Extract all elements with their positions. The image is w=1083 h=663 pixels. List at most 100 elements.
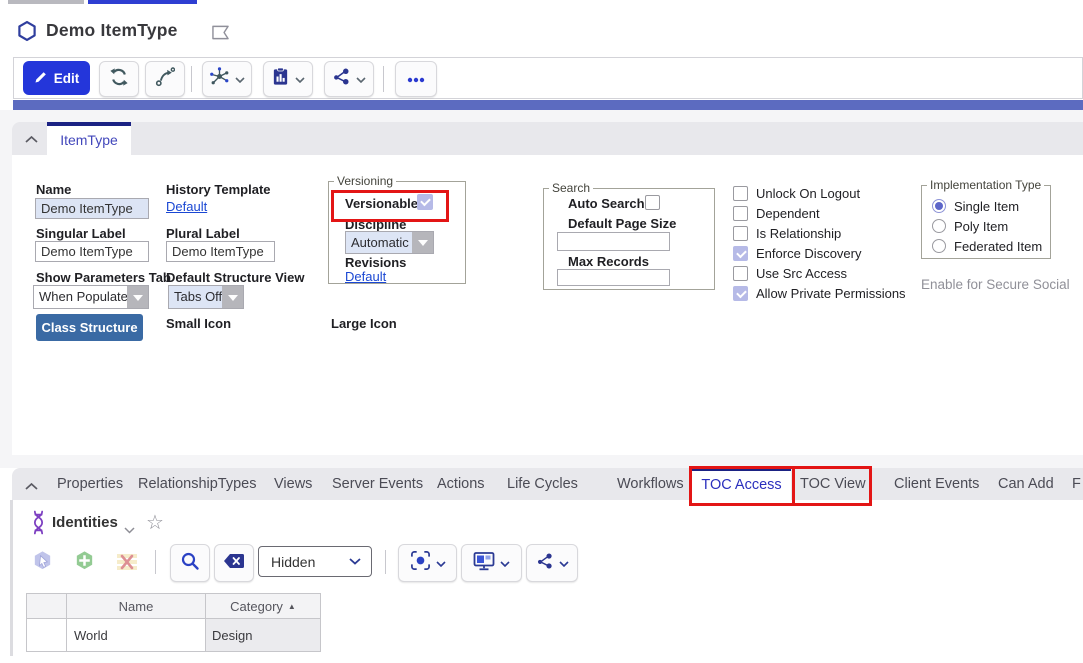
- tab-cut-off[interactable]: F: [1072, 468, 1081, 500]
- chevron-down-icon: [500, 554, 510, 572]
- delete-row-icon[interactable]: [114, 550, 140, 572]
- tab-server-events[interactable]: Server Events: [332, 468, 423, 500]
- share-dropdown-button[interactable]: [324, 61, 374, 97]
- chevron-down-icon: [356, 70, 366, 88]
- toolbar-separator: [155, 550, 156, 574]
- chevron-down-icon: [349, 558, 361, 565]
- class-structure-button[interactable]: Class Structure: [36, 314, 143, 341]
- max-records-field[interactable]: [557, 269, 670, 286]
- impact-graph-icon: [209, 66, 230, 92]
- poly-item-radio[interactable]: [932, 219, 946, 233]
- dropdown-arrow-icon: [127, 286, 148, 308]
- default-page-size-field[interactable]: [557, 232, 670, 251]
- identities-dna-icon: [30, 510, 47, 540]
- itemtype-hexagon-icon: [16, 20, 38, 47]
- ellipsis-icon: [407, 70, 425, 88]
- identities-title: Identities: [52, 514, 118, 531]
- cell-category[interactable]: Design: [206, 619, 321, 652]
- tab-toc-view[interactable]: TOC View: [800, 468, 866, 500]
- versionable-checkbox[interactable]: [417, 194, 433, 210]
- add-identity-icon[interactable]: [73, 549, 96, 572]
- row-handle-cell[interactable]: [27, 619, 67, 652]
- auto-search-checkbox[interactable]: [645, 195, 660, 210]
- chevron-down-icon: [295, 70, 305, 88]
- show-parameters-value: When Populated: [34, 286, 127, 308]
- use-src-access-label: Use Src Access: [756, 266, 847, 281]
- tab-toc-access[interactable]: TOC Access: [692, 468, 791, 500]
- tab-relationshiptypes[interactable]: RelationshipTypes: [138, 468, 257, 500]
- enforce-discovery-checkbox[interactable]: [733, 246, 748, 261]
- tab-life-cycles[interactable]: Life Cycles: [507, 468, 578, 500]
- panel-left-edge: [10, 500, 13, 656]
- main-toolbar: Edit: [13, 57, 1083, 99]
- revisions-link[interactable]: Default: [345, 269, 386, 284]
- column-header-name[interactable]: Name: [67, 594, 206, 619]
- tab-client-events[interactable]: Client Events: [894, 468, 979, 500]
- column-header-category[interactable]: Category ▲: [206, 594, 321, 619]
- column-header-rowhandle[interactable]: [27, 594, 67, 619]
- tab-itemtype[interactable]: ItemType: [47, 122, 131, 155]
- select-item-icon[interactable]: [31, 549, 54, 572]
- poly-item-label: Poly Item: [954, 219, 1008, 234]
- plural-label-field[interactable]: [166, 241, 275, 262]
- display-layout-dropdown-button[interactable]: [461, 544, 522, 582]
- is-relationship-checkbox[interactable]: [733, 226, 748, 241]
- dropdown-arrow-icon: [222, 286, 243, 308]
- cell-name[interactable]: World: [67, 619, 206, 652]
- more-actions-button[interactable]: [395, 61, 437, 97]
- refresh-button[interactable]: [99, 61, 139, 97]
- form-tab-strip: [12, 122, 1083, 155]
- tab-properties[interactable]: Properties: [57, 468, 123, 500]
- single-item-radio[interactable]: [932, 199, 946, 213]
- share-icon: [536, 552, 554, 575]
- unlock-on-logout-checkbox[interactable]: [733, 186, 748, 201]
- name-label: Name: [36, 182, 71, 197]
- max-records-label: Max Records: [568, 254, 649, 269]
- show-parameters-dropdown[interactable]: When Populated: [33, 285, 149, 309]
- use-src-access-checkbox[interactable]: [733, 266, 748, 281]
- discipline-dropdown[interactable]: Automatic: [345, 231, 434, 254]
- visibility-filter-select[interactable]: Hidden: [258, 546, 372, 577]
- single-item-label: Single Item: [954, 199, 1019, 214]
- collapse-relationships-chevron-icon[interactable]: [24, 478, 39, 496]
- share-icon: [332, 67, 351, 91]
- name-field[interactable]: [35, 198, 149, 219]
- plural-label-label: Plural Label: [166, 226, 240, 241]
- dependent-label: Dependent: [756, 206, 820, 221]
- dependent-checkbox[interactable]: [733, 206, 748, 221]
- search-button[interactable]: [170, 544, 210, 582]
- clear-search-button[interactable]: [214, 544, 254, 582]
- edit-button[interactable]: Edit: [23, 61, 90, 95]
- is-relationship-label: Is Relationship: [756, 226, 841, 241]
- refresh-icon: [109, 67, 129, 92]
- chevron-down-icon: [559, 554, 569, 572]
- toolbar-divider-bar: [13, 100, 1083, 110]
- clipboard-chart-icon: [271, 67, 290, 91]
- tab-actions[interactable]: Actions: [437, 468, 485, 500]
- share-grid-dropdown-button[interactable]: [526, 544, 578, 582]
- enforce-discovery-label: Enforce Discovery: [756, 246, 861, 261]
- search-icon: [180, 551, 200, 576]
- tab-workflows[interactable]: Workflows: [617, 468, 684, 500]
- flag-icon[interactable]: [210, 24, 231, 46]
- tab-views[interactable]: Views: [274, 468, 312, 500]
- collapse-form-chevron-icon[interactable]: [24, 131, 39, 149]
- singular-label-field[interactable]: [35, 241, 149, 262]
- federated-item-radio[interactable]: [932, 239, 946, 253]
- identities-chevron-down-icon[interactable]: [124, 521, 135, 539]
- large-icon-label: Large Icon: [331, 316, 397, 331]
- toolbar-separator: [191, 66, 192, 92]
- favorite-star-icon[interactable]: ☆: [146, 510, 164, 535]
- allow-private-permissions-checkbox[interactable]: [733, 286, 748, 301]
- default-structure-view-dropdown[interactable]: Tabs Off: [168, 285, 244, 309]
- search-legend: Search: [549, 181, 593, 195]
- pencil-icon: [34, 70, 48, 87]
- history-template-link[interactable]: Default: [166, 199, 207, 214]
- focus-view-dropdown-button[interactable]: [398, 544, 457, 582]
- structure-browser-dropdown-button[interactable]: [202, 61, 252, 97]
- tab-can-add[interactable]: Can Add: [998, 468, 1054, 500]
- reports-dropdown-button[interactable]: [263, 61, 313, 97]
- default-structure-view-value: Tabs Off: [169, 286, 222, 308]
- promote-button[interactable]: [145, 61, 185, 97]
- toolbar-separator: [383, 66, 384, 92]
